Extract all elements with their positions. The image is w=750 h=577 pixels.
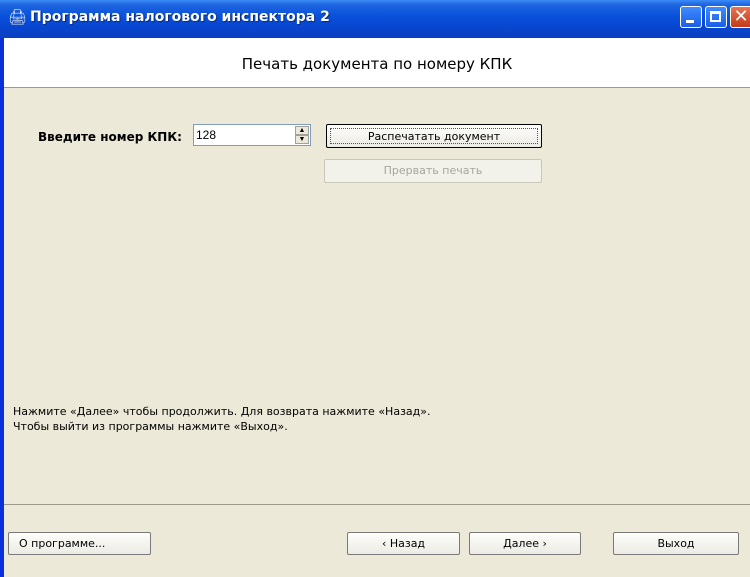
kpk-number-spinner[interactable]: ▲ ▼: [193, 124, 311, 146]
kpk-number-input[interactable]: [196, 127, 291, 143]
wizard-client-area: Печать документа по номеру КПК Введите н…: [4, 38, 750, 577]
print-document-label: Распечатать документ: [330, 128, 538, 144]
arrow-up-icon: ▲: [298, 127, 306, 134]
printer-icon: 🖨: [8, 9, 28, 26]
wizard-header: Печать документа по номеру КПК: [4, 38, 750, 88]
abort-print-button[interactable]: Прервать печать: [324, 159, 542, 183]
close-button[interactable]: ✕: [730, 6, 750, 28]
instructions-line-2: Чтобы выйти из программы нажмите «Выход»…: [13, 420, 288, 433]
close-icon: ✕: [733, 6, 749, 27]
spin-up-button[interactable]: ▲: [295, 126, 309, 135]
app-window: 🖨 Программа налогового инспектора 2 ✕ Пе…: [0, 0, 750, 577]
spin-down-button[interactable]: ▼: [295, 135, 309, 144]
maximize-button[interactable]: [705, 6, 727, 28]
spinner-buttons: ▲ ▼: [295, 126, 309, 144]
footer-divider: [4, 504, 750, 505]
back-button[interactable]: ‹ Назад: [347, 532, 460, 555]
window-title: Программа налогового инспектора 2: [30, 9, 330, 25]
instructions-text: Нажмите «Далее» чтобы продолжить. Для во…: [13, 404, 431, 434]
print-document-button[interactable]: Распечатать документ: [326, 124, 542, 148]
kpk-number-label: Введите номер КПК:: [38, 130, 182, 144]
minimize-button[interactable]: [680, 6, 702, 28]
exit-button[interactable]: Выход: [613, 532, 739, 555]
maximize-icon: [710, 11, 721, 22]
minimize-icon: [686, 20, 694, 23]
arrow-down-icon: ▼: [298, 136, 306, 143]
page-title: Печать документа по номеру КПК: [241, 55, 513, 73]
instructions-line-1: Нажмите «Далее» чтобы продолжить. Для во…: [13, 405, 431, 418]
about-button[interactable]: О программе...: [8, 532, 151, 555]
next-button[interactable]: Далее ›: [469, 532, 581, 555]
title-bar[interactable]: 🖨 Программа налогового инспектора 2 ✕: [0, 0, 750, 38]
